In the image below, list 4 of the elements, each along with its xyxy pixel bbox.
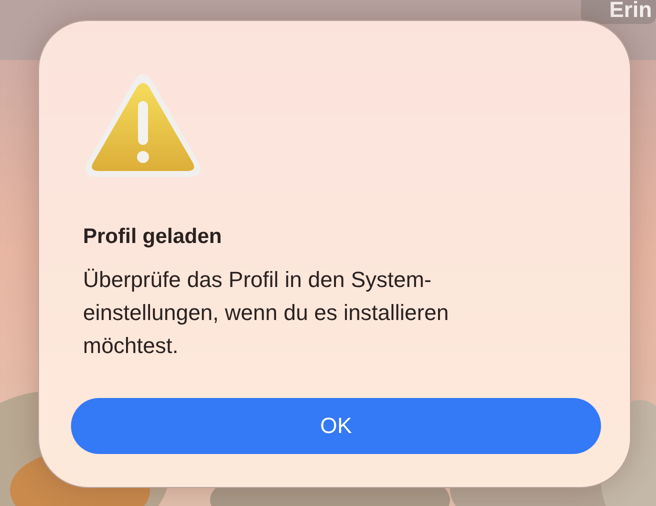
alert-title: Profil geladen <box>83 225 222 249</box>
profile-button[interactable]: Erin <box>581 0 656 24</box>
ok-button[interactable]: OK <box>71 398 601 454</box>
alert-message: Überprüfe das Profil in den System-einstellungen, wenn du es installieren möchtest. <box>83 266 450 360</box>
